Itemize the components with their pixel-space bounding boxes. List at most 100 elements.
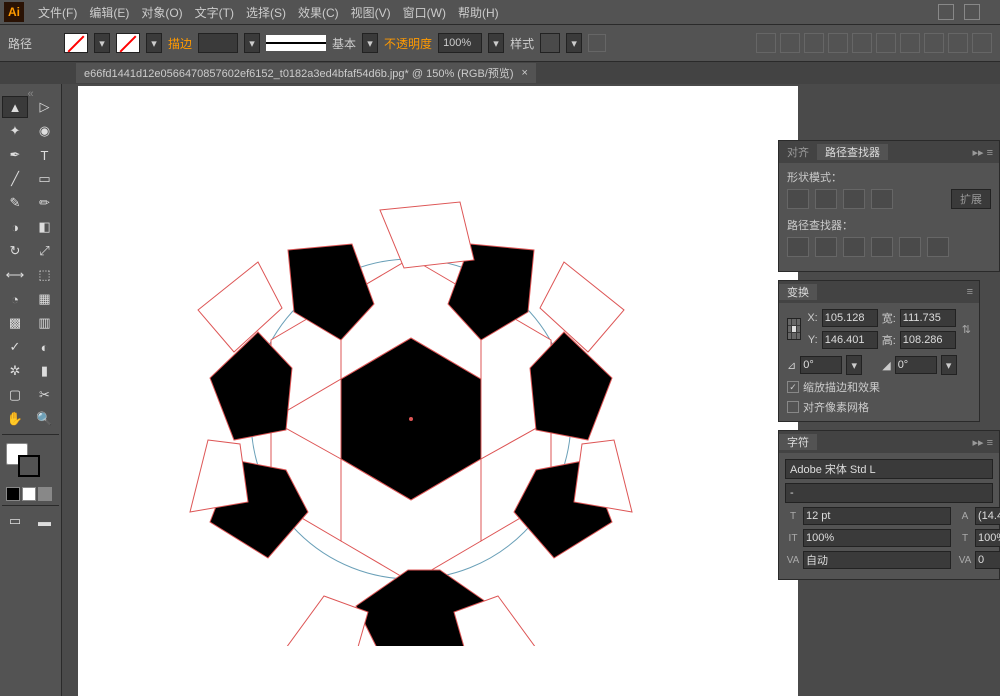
style-drop[interactable]: ▾ (566, 33, 582, 53)
tab-transform[interactable]: 变换 (779, 284, 817, 300)
menu-edit[interactable]: 编辑(E) (83, 4, 135, 21)
profile-drop[interactable]: ▾ (362, 33, 378, 53)
transform-icon[interactable] (948, 33, 968, 53)
shear-drop[interactable]: ▾ (941, 355, 957, 375)
artboard-tool[interactable]: ▢ (2, 384, 28, 406)
eyedropper-tool[interactable]: ✓ (2, 336, 28, 358)
direct-selection-tool[interactable]: ▷ (32, 96, 58, 118)
blob-brush-tool[interactable]: ◑ (2, 216, 28, 238)
mesh-tool[interactable]: ▩ (2, 312, 28, 334)
expand-button[interactable]: 扩展 (951, 189, 991, 209)
menu-view[interactable]: 视图(V) (345, 4, 397, 21)
lasso-tool[interactable]: ◉ (32, 120, 58, 142)
isolate-icon[interactable] (972, 33, 992, 53)
opacity-label[interactable]: 不透明度 (384, 35, 432, 52)
perspective-tool[interactable]: ▦ (32, 288, 58, 310)
opacity-input[interactable] (438, 33, 482, 53)
fill-swatch[interactable] (64, 33, 88, 53)
rectangle-tool[interactable]: ▭ (32, 168, 58, 190)
kerning-input[interactable] (803, 551, 951, 569)
align-left-icon[interactable] (756, 33, 776, 53)
soccer-ball-artwork[interactable] (184, 192, 638, 646)
tracking-input[interactable] (975, 551, 1000, 569)
align-vcenter-icon[interactable] (852, 33, 872, 53)
document-tab[interactable]: e66fd1441d12e0566470857602ef6152_t0182a3… (76, 63, 536, 83)
reference-point[interactable] (787, 318, 801, 340)
leading-input[interactable] (975, 507, 1000, 525)
stroke-weight[interactable] (198, 33, 238, 53)
rotate-drop[interactable]: ▾ (846, 355, 862, 375)
menu-object[interactable]: 对象(O) (135, 4, 188, 21)
menu-select[interactable]: 选择(S) (240, 4, 292, 21)
column-graph-tool[interactable]: ▮ (32, 360, 58, 382)
vscale-input[interactable] (803, 529, 951, 547)
exclude-icon[interactable] (871, 189, 893, 209)
tab-align[interactable]: 对齐 (779, 144, 817, 160)
align-bottom-icon[interactable] (876, 33, 896, 53)
color-mode-color[interactable] (6, 487, 20, 501)
outline-icon[interactable] (899, 237, 921, 257)
line-tool[interactable]: ╱ (2, 168, 28, 190)
fill-dropdown[interactable]: ▾ (94, 33, 110, 53)
align-hcenter-icon[interactable] (780, 33, 800, 53)
link-icon[interactable]: ⇅ (962, 323, 971, 336)
opacity-drop[interactable]: ▾ (488, 33, 504, 53)
hand-tool[interactable]: ✋ (2, 408, 28, 430)
rotate-tool[interactable]: ↻ (2, 240, 28, 262)
panel-menu-icon[interactable]: ▸▸ ≡ (966, 146, 999, 159)
pencil-tool[interactable]: ✏ (32, 192, 58, 214)
stroke-label[interactable]: 描边 (168, 35, 192, 52)
screen-mode-full[interactable]: ▬ (32, 510, 58, 532)
panel-menu-icon[interactable]: ▸▸ ≡ (966, 436, 999, 449)
divide-icon[interactable] (787, 237, 809, 257)
crop-icon[interactable] (871, 237, 893, 257)
scale-strokes-checkbox[interactable]: ✓缩放描边和效果 (787, 379, 971, 395)
scale-tool[interactable]: ⤢ (32, 240, 58, 262)
trim-icon[interactable] (815, 237, 837, 257)
color-mode-gradient[interactable] (22, 487, 36, 501)
selection-tool[interactable]: ▲ (2, 96, 28, 118)
toolbox-collapse-icon[interactable]: « (2, 88, 59, 96)
recolor-icon[interactable] (588, 34, 606, 52)
pixel-grid-checkbox[interactable]: 对齐像素网格 (787, 399, 971, 415)
x-input[interactable] (822, 309, 878, 327)
paintbrush-tool[interactable]: ✎ (2, 192, 28, 214)
screen-mode-normal[interactable]: ▭ (2, 510, 28, 532)
layout-icon-2[interactable] (964, 4, 980, 20)
intersect-icon[interactable] (843, 189, 865, 209)
y-input[interactable] (822, 331, 878, 349)
zoom-tool[interactable]: 🔍 (32, 408, 58, 430)
width-input[interactable] (900, 309, 956, 327)
gradient-tool[interactable]: ▥ (32, 312, 58, 334)
shape-builder-tool[interactable]: ◔ (2, 288, 28, 310)
slice-tool[interactable]: ✂ (32, 384, 58, 406)
style-swatch[interactable] (540, 33, 560, 53)
close-tab-icon[interactable]: × (522, 67, 528, 79)
free-transform-tool[interactable]: ⬚ (32, 264, 58, 286)
menu-window[interactable]: 窗口(W) (397, 4, 452, 21)
magic-wand-tool[interactable]: ✦ (2, 120, 28, 142)
distribute-v-icon[interactable] (924, 33, 944, 53)
menu-help[interactable]: 帮助(H) (452, 4, 505, 21)
tab-character[interactable]: 字符 (779, 434, 817, 450)
font-style-select[interactable] (785, 483, 993, 503)
stroke-swatch[interactable] (116, 33, 140, 53)
fill-stroke-control[interactable] (6, 443, 55, 477)
color-mode-none[interactable] (38, 487, 52, 501)
menu-effect[interactable]: 效果(C) (292, 4, 345, 21)
tab-pathfinder[interactable]: 路径查找器 (817, 144, 888, 160)
width-tool[interactable]: ⟷ (2, 264, 28, 286)
menu-type[interactable]: 文字(T) (189, 4, 240, 21)
pen-tool[interactable]: ✒ (2, 144, 28, 166)
panel-menu-icon[interactable]: ≡ (961, 286, 979, 298)
stroke-dropdown[interactable]: ▾ (146, 33, 162, 53)
font-family-select[interactable] (785, 459, 993, 479)
type-tool[interactable]: T (32, 144, 58, 166)
rotate-input[interactable] (800, 356, 842, 374)
height-input[interactable] (900, 331, 956, 349)
merge-icon[interactable] (843, 237, 865, 257)
font-size-input[interactable] (803, 507, 951, 525)
menu-file[interactable]: 文件(F) (32, 4, 83, 21)
hscale-input[interactable] (975, 529, 1000, 547)
blend-tool[interactable]: ◐ (32, 336, 58, 358)
